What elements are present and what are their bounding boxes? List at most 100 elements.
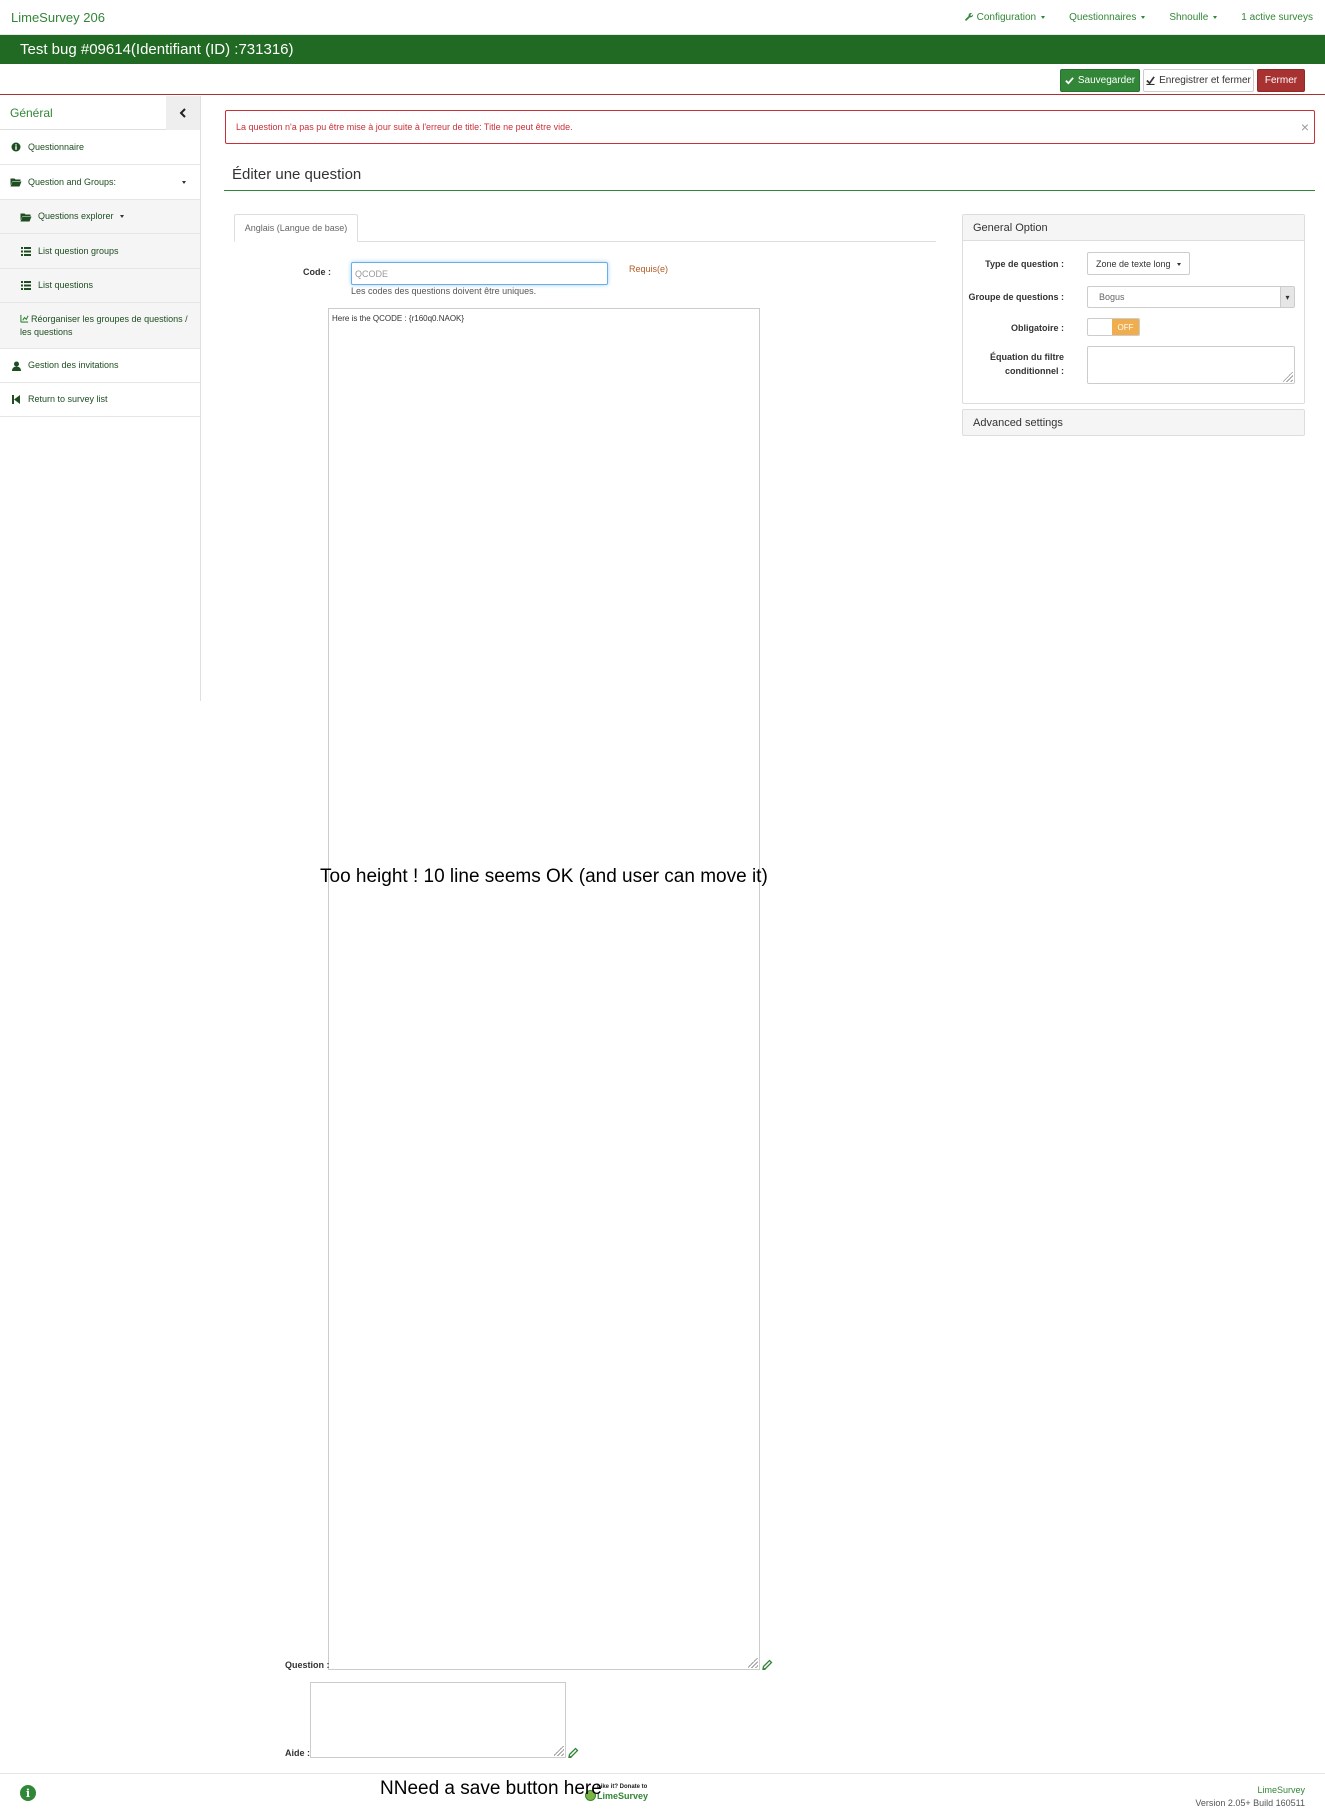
mandatory-toggle[interactable]: OFF (1087, 318, 1140, 336)
footer-version-text: Version 2.05+ Build 160511 (1195, 1798, 1305, 1808)
info-circle-icon (10, 141, 22, 153)
save-button[interactable]: Sauvegarder (1060, 69, 1140, 92)
sidebar-item-label: Return to survey list (28, 394, 108, 404)
code-input[interactable] (351, 262, 608, 285)
step-backward-icon (10, 394, 22, 406)
question-type-label: Type de question : (985, 259, 1064, 269)
nav-questionnaires[interactable]: Questionnaires (1069, 12, 1146, 23)
info-icon[interactable]: i (20, 1785, 36, 1801)
advanced-settings-panel[interactable]: Advanced settings (962, 409, 1305, 436)
tab-base-language[interactable]: Anglais (Langue de base) (234, 214, 358, 242)
pencil-icon[interactable] (566, 1746, 580, 1760)
nav-active-surveys[interactable]: 1 active surveys (1241, 12, 1313, 23)
donate-line2: LimeSurvey (597, 1791, 649, 1801)
general-option-title: General Option (973, 222, 1048, 234)
reorder-icon (20, 314, 29, 323)
folder-open-icon (20, 211, 32, 223)
question-group-value: Bogus (1099, 292, 1125, 302)
sidebar-item-label: List question groups (38, 245, 119, 256)
question-textarea[interactable]: Here is the QCODE : {r160q0.NAOK} (328, 308, 760, 1670)
sidebar-item-label: Réorganiser les groupes de questions / l… (20, 313, 190, 339)
code-help-text: Les codes des questions doivent être uni… (351, 286, 537, 296)
alert-close-icon[interactable]: × (1301, 119, 1309, 135)
general-option-header[interactable]: General Option (963, 215, 1304, 241)
sidebar-title: Général (10, 106, 53, 120)
sidebar-item-questions-explorer[interactable]: Questions explorer (0, 200, 200, 234)
question-textarea-value: Here is the QCODE : {r160q0.NAOK} (332, 314, 465, 323)
sidebar-item-list-questions[interactable]: List questions (0, 269, 200, 303)
list-icon (20, 245, 32, 257)
question-group-select[interactable]: Bogus ▾ (1087, 286, 1295, 308)
equation-label-line1: Équation du filtre (990, 352, 1064, 362)
annotation-textarea-height: Too height ! 10 line seems OK (and user … (320, 866, 768, 887)
wrench-icon (964, 13, 973, 21)
sidebar-item-label: List questions (38, 280, 94, 290)
survey-title-bar: Test bug #09614(Identifiant (ID) :731316… (0, 35, 1325, 64)
page-header: Éditer une question (224, 163, 1315, 191)
sidebar-header: Général (0, 96, 200, 130)
nav-configuration[interactable]: Configuration (964, 12, 1046, 23)
check-icon (1065, 77, 1074, 85)
equation-label: Équation du filtre conditionnel : (990, 350, 1064, 378)
chevron-down-icon (119, 215, 124, 218)
help-textarea[interactable] (310, 1682, 566, 1758)
chevron-down-icon (1041, 16, 1046, 19)
chevron-down-icon (182, 181, 186, 184)
resize-handle-icon[interactable] (1283, 372, 1293, 382)
brand-link[interactable]: LimeSurvey 206 (11, 10, 105, 25)
sidebar-item-label: Question and Groups: (28, 176, 117, 187)
page-title: Éditer une question (232, 166, 362, 183)
save-and-close-label: Enregistrer et fermer (1159, 75, 1251, 86)
mandatory-label: Obligatoire : (1010, 323, 1064, 333)
chevron-down-icon (1213, 16, 1218, 19)
general-option-panel: General Option Type de question : Zone d… (962, 214, 1305, 404)
sidebar-item-return-to-survey-list[interactable]: Return to survey list (0, 383, 200, 417)
equation-textarea[interactable] (1087, 346, 1295, 384)
action-toolbar: Sauvegarder Enregistrer et fermer Fermer (0, 64, 1325, 95)
pencil-icon[interactable] (760, 1658, 774, 1672)
nav-user-label: Shnoulle (1169, 12, 1209, 23)
footer-version: LimeSurvey Version 2.05+ Build 160511 (1195, 1784, 1305, 1810)
close-button[interactable]: Fermer (1257, 69, 1305, 92)
footer-limesurvey-link[interactable]: LimeSurvey (1195, 1784, 1305, 1797)
sidebar-item-invitations[interactable]: Gestion des invitations (0, 349, 200, 383)
error-alert: La question n'a pas pu être mise à jour … (225, 110, 1315, 144)
nav-configuration-label: Configuration (976, 12, 1037, 23)
save-button-label: Sauvegarder (1077, 75, 1136, 86)
sidebar-item-questionnaire[interactable]: Questionnaire (0, 130, 200, 165)
top-nav-menu: Configuration Questionnaires Shnoulle 1 … (964, 12, 1313, 23)
chevron-down-icon (1141, 16, 1146, 19)
nav-user[interactable]: Shnoulle (1169, 12, 1218, 23)
donate-line1: Like it? Donate to (597, 1784, 648, 1790)
chevron-left-icon (179, 108, 186, 118)
question-group-label: Groupe de questions : (968, 292, 1064, 302)
save-and-close-button[interactable]: Enregistrer et fermer (1143, 69, 1254, 92)
sidebar-item-label: Questions explorer (38, 211, 114, 221)
list-icon (20, 280, 32, 292)
question-type-select[interactable]: Zone de texte long (1087, 252, 1190, 275)
annotation-save-button: NNeed a save button here (380, 1778, 602, 1799)
sidebar-item-list-question-groups[interactable]: List question groups (0, 234, 200, 269)
resize-handle-icon[interactable] (554, 1746, 564, 1756)
sidebar-item-label: Questionnaire (28, 141, 85, 152)
sidebar-item-label: Gestion des invitations (28, 360, 119, 370)
sidebar-item-reorder-label: Réorganiser les groupes de questions / l… (20, 313, 188, 337)
sidebar-collapse-button[interactable] (166, 96, 200, 130)
survey-title: Test bug #09614(Identifiant (ID) :731316… (20, 41, 294, 58)
footer: i Like it? Donate to LimeSurvey NNeed a … (0, 1773, 1325, 1813)
question-label: Question : (285, 1660, 330, 1670)
sidebar-item-reorder[interactable]: Réorganiser les groupes de questions / l… (0, 303, 200, 349)
close-button-label: Fermer (1264, 75, 1298, 86)
user-icon (10, 360, 22, 372)
mandatory-toggle-state: OFF (1112, 319, 1139, 335)
equation-label-line2: conditionnel : (1005, 366, 1064, 376)
resize-handle-icon[interactable] (748, 1658, 758, 1668)
chevron-down-icon (1177, 263, 1181, 266)
folder-open-icon (10, 176, 22, 188)
error-alert-message: La question n'a pas pu être mise à jour … (236, 122, 573, 132)
dropdown-arrow-icon[interactable]: ▾ (1280, 287, 1294, 307)
sidebar-item-question-and-groups[interactable]: Question and Groups: (0, 165, 200, 200)
top-navbar: LimeSurvey 206 Configuration Questionnai… (0, 0, 1325, 35)
sidebar: Général Questionnaire Question and Group… (0, 96, 201, 701)
question-type-value: Zone de texte long (1096, 258, 1171, 269)
